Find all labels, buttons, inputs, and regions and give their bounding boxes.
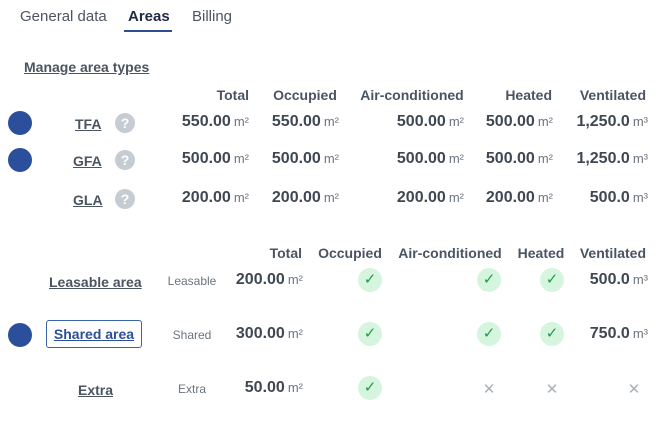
header-heated: Heated <box>505 87 552 103</box>
tfa-occupied: 550.00 m² <box>271 113 339 130</box>
header-air-conditioned: Air-conditioned <box>360 87 464 103</box>
manage-area-types-link[interactable]: Manage area types <box>24 59 149 75</box>
active-tab-indicator <box>124 30 172 32</box>
shared-total: 300.00 m² <box>235 325 303 342</box>
area-type-link-gfa[interactable]: GFA <box>73 153 102 169</box>
cross-icon: ✕ <box>627 381 641 398</box>
header-total: Total <box>269 245 302 261</box>
gla-total: 200.00 m² <box>181 189 249 206</box>
tab-billing[interactable]: Billing <box>192 8 232 25</box>
shared-ventilated: 750.0 m³ <box>589 325 648 342</box>
area-color-dot <box>8 111 32 135</box>
tab-areas[interactable]: Areas <box>128 8 170 25</box>
question-icon[interactable]: ? <box>115 150 135 170</box>
check-icon: ✓ <box>358 322 382 346</box>
gla-heated: 200.00 m² <box>485 189 553 206</box>
header-heated: Heated <box>517 245 565 261</box>
area-link-extra[interactable]: Extra <box>78 382 113 398</box>
gfa-total: 500.00 m² <box>181 150 249 167</box>
tab-general-data[interactable]: General data <box>20 8 107 25</box>
area-link-leasable[interactable]: Leasable area <box>49 274 142 290</box>
leasable-total: 200.00 m² <box>235 271 303 288</box>
header-ventilated: Ventilated <box>579 245 646 261</box>
check-icon: ✓ <box>358 268 382 292</box>
area-type-link-tfa[interactable]: TFA <box>75 116 101 132</box>
tfa-heated: 500.00 m² <box>485 113 553 130</box>
gla-air-conditioned: 200.00 m² <box>396 189 464 206</box>
gla-ventilated: 500.0 m³ <box>589 189 648 206</box>
question-icon[interactable]: ? <box>115 113 135 133</box>
check-icon: ✓ <box>477 322 501 346</box>
area-color-dot <box>8 148 32 172</box>
header-total: Total <box>216 87 249 103</box>
area-link-shared[interactable]: Shared area <box>46 320 142 348</box>
header-occupied: Occupied <box>273 87 337 103</box>
gfa-occupied: 500.00 m² <box>271 150 339 167</box>
check-icon: ✓ <box>358 376 382 400</box>
cross-icon: ✕ <box>482 381 496 398</box>
gla-occupied: 200.00 m² <box>271 189 339 206</box>
tfa-total: 550.00 m² <box>181 113 249 130</box>
extra-total: 50.00 m² <box>244 379 303 396</box>
check-icon: ✓ <box>477 268 501 292</box>
cross-icon: ✕ <box>545 381 559 398</box>
header-ventilated: Ventilated <box>579 87 646 103</box>
tfa-air-conditioned: 500.00 m² <box>396 113 464 130</box>
area-type-link-gla[interactable]: GLA <box>73 192 103 208</box>
area-color-dot <box>8 323 32 347</box>
header-air-conditioned: Air-conditioned <box>398 245 502 261</box>
leasable-ventilated: 500.0 m³ <box>589 271 648 288</box>
gfa-ventilated: 1,250.0 m³ <box>576 150 648 167</box>
gfa-air-conditioned: 500.00 m² <box>396 150 464 167</box>
gfa-heated: 500.00 m² <box>485 150 553 167</box>
header-occupied: Occupied <box>318 245 382 261</box>
question-icon[interactable]: ? <box>115 189 135 209</box>
tfa-ventilated: 1,250.0 m³ <box>576 113 648 130</box>
